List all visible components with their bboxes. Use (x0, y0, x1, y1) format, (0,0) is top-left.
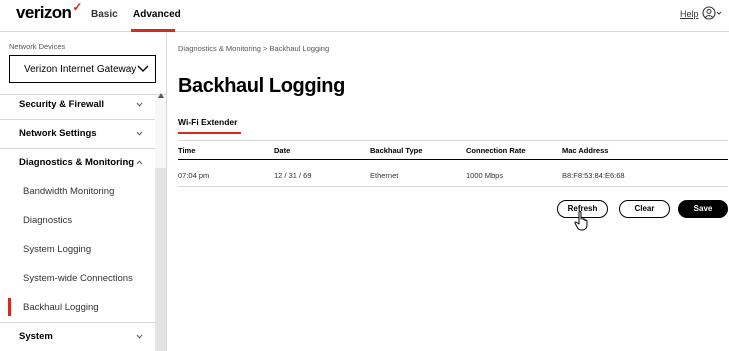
tab-basic[interactable]: Basic (91, 9, 118, 20)
column-header-backhaul-type: Backhaul Type (370, 146, 423, 155)
sidebar-item-label: Diagnostics (23, 215, 73, 226)
sidebar-item-system[interactable]: System (0, 322, 155, 351)
network-device-value: Verizon Internet Gateway (24, 64, 137, 75)
sidebar-item-bandwidth-monitoring[interactable]: Bandwidth Monitoring (0, 177, 155, 206)
table-cell-connection-rate: 1000 Mbps (466, 171, 504, 180)
sidebar-item-label: System Logging (23, 244, 92, 255)
chevron-down-icon (136, 131, 143, 136)
scroll-up-arrow-icon[interactable] (158, 93, 164, 98)
tab-wifi-extender[interactable]: Wi-Fi Extender (178, 117, 237, 127)
breadcrumb: Diagnostics & Monitoring > Backhaul Logg… (178, 44, 330, 53)
column-header-time: Time (178, 146, 196, 155)
sidebar-item-label: Security & Firewall (19, 99, 105, 110)
table-cell-mac-address: B8:F8:53:84:E6:68 (562, 171, 625, 180)
chevron-down-icon (137, 65, 149, 72)
network-devices-label: Network Devices (9, 42, 66, 51)
network-device-select[interactable]: Verizon Internet Gateway (9, 55, 156, 83)
sidebar-item-network-settings[interactable]: Network Settings (0, 119, 155, 148)
top-bar: verizon✓ Basic Advanced Help (0, 0, 729, 32)
table-header-border (178, 159, 728, 160)
table-cell-backhaul-type: Ethernet (370, 171, 399, 180)
save-button[interactable]: Save (678, 200, 728, 218)
sidebar-scroll-thumb[interactable] (155, 168, 166, 351)
chevron-down-icon (136, 102, 143, 107)
sidebar-item-security-firewall[interactable]: Security & Firewall (0, 90, 155, 119)
help-link[interactable]: Help (680, 9, 699, 19)
column-header-date: Date (274, 146, 291, 155)
table-cell-date: 12 / 31 / 69 (274, 171, 312, 180)
active-tab-indicator (178, 132, 241, 134)
chevron-down-icon (136, 334, 143, 339)
sidebar-item-label: System-wide Connections (23, 273, 133, 284)
sidebar-item-diagnostics[interactable]: Diagnostics (0, 206, 155, 235)
sidebar-item-label: Network Settings (19, 128, 97, 139)
sidebar-item-system-wide-connections[interactable]: System-wide Connections (0, 264, 155, 293)
sidebar-item-label: Backhaul Logging (23, 302, 99, 313)
verizon-logo[interactable]: verizon✓ (16, 0, 82, 23)
column-header-mac-address: Mac Address (562, 146, 609, 155)
sidebar-item-diagnostics-monitoring[interactable]: Diagnostics & Monitoring (0, 148, 155, 177)
sidebar-item-label: Diagnostics & Monitoring (19, 157, 135, 168)
table-row-border (178, 186, 728, 187)
clear-button[interactable]: Clear (619, 200, 670, 218)
chevron-up-icon (136, 160, 143, 165)
tab-advanced[interactable]: Advanced (133, 9, 181, 20)
active-tab-indicator (131, 29, 175, 32)
sidebar-item-system-logging[interactable]: System Logging (0, 235, 155, 264)
hand-cursor-icon (574, 211, 588, 231)
table-cell-time: 07:04 pm (178, 171, 210, 180)
sidebar-item-backhaul-logging[interactable]: Backhaul Logging (0, 293, 155, 322)
sidebar-item-label: Bandwidth Monitoring (23, 186, 115, 197)
sidebar-item-label: System (19, 331, 53, 342)
active-item-indicator (8, 298, 11, 316)
column-header-connection-rate: Connection Rate (466, 146, 526, 155)
user-icon[interactable] (702, 6, 722, 20)
table-top-border (178, 140, 728, 141)
page-title: Backhaul Logging (178, 75, 345, 97)
sidebar: Network Devices Verizon Internet Gateway… (0, 33, 167, 351)
